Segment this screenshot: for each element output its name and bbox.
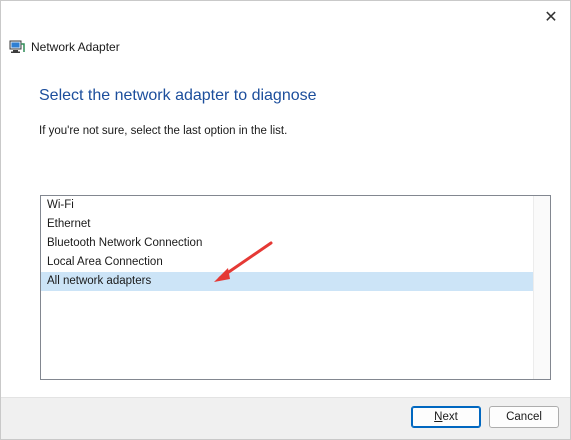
next-label-rest: ext [442,411,458,423]
adapter-list-items: Wi-Fi Ethernet Bluetooth Network Connect… [41,196,533,291]
next-access-key: N [434,411,443,423]
cancel-button[interactable]: Cancel [489,406,559,428]
page-heading: Select the network adapter to diagnose [39,87,317,104]
dialog-header: Network Adapter [9,37,120,57]
list-item-all-adapters[interactable]: All network adapters [41,272,533,291]
network-adapter-dialog: ✕ Network Adapter Select the network ada… [0,0,571,440]
list-item-wifi[interactable]: Wi-Fi [41,196,533,215]
dialog-footer: Next Cancel [1,397,570,439]
list-scrollbar[interactable] [533,196,550,379]
dialog-title: Network Adapter [31,40,120,54]
close-icon: ✕ [544,9,558,26]
network-adapter-icon [9,40,25,54]
adapter-listbox[interactable]: Wi-Fi Ethernet Bluetooth Network Connect… [40,195,551,380]
next-button[interactable]: Next [411,406,481,428]
list-item-local-area[interactable]: Local Area Connection [41,253,533,272]
list-item-bluetooth[interactable]: Bluetooth Network Connection [41,234,533,253]
close-button[interactable]: ✕ [536,5,566,29]
instruction-text: If you're not sure, select the last opti… [39,125,288,137]
list-item-ethernet[interactable]: Ethernet [41,215,533,234]
